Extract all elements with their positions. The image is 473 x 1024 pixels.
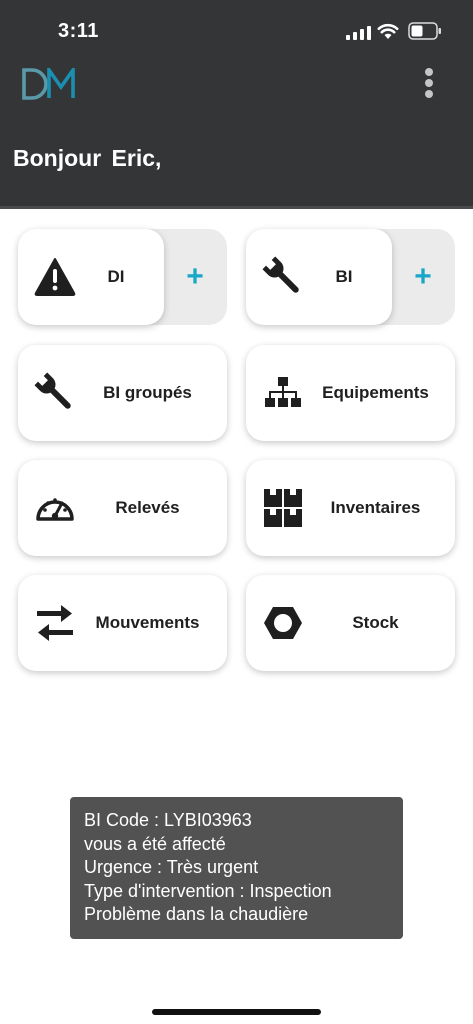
toast-line: Problème dans la chaudière [84, 904, 309, 924]
di-button[interactable]: DI [18, 229, 164, 325]
header-divider [0, 206, 473, 209]
releves-label: Relevés [115, 498, 180, 517]
cellular-signal-icon [346, 26, 371, 40]
toast-line: Urgence : Très urgent [84, 857, 259, 877]
di-label: DI [107, 267, 125, 286]
releves-button[interactable]: Relevés [18, 460, 227, 556]
wrench-icon [34, 372, 71, 409]
wifi-icon [377, 23, 399, 39]
sitemap-icon [265, 377, 301, 407]
greeting-text: Bonjour Eric, [13, 145, 162, 171]
bi-groupes-label: BI groupés [103, 383, 192, 402]
status-bar: 3:11 [0, 0, 473, 60]
inventaires-label: Inventaires [330, 498, 421, 517]
toast-line: vous a été affecté [84, 833, 226, 854]
exchange-arrows-icon [37, 605, 73, 641]
toast-line: BI Code : LYBI03963 [84, 810, 252, 830]
stock-button[interactable]: Stock [246, 575, 455, 671]
dm-logo [22, 68, 75, 100]
inventaires-button[interactable]: Inventaires [246, 460, 455, 556]
bi-groupes-button[interactable]: BI groupés [18, 345, 227, 441]
home-indicator[interactable] [152, 1009, 321, 1015]
equipements-button[interactable]: Equipements [246, 345, 455, 441]
gauge-icon [36, 498, 74, 521]
add-di-button[interactable]: + [163, 229, 227, 325]
stock-label: Stock [352, 613, 399, 632]
add-bi-button[interactable]: + [391, 229, 455, 325]
assignment-toast: BI Code : LYBI03963 vous a été affecté U… [70, 797, 403, 939]
boxes-icon [264, 489, 302, 527]
mouvements-label: Mouvements [95, 613, 200, 632]
more-options-menu-icon[interactable] [418, 68, 440, 102]
equipements-label: Equipements [322, 383, 429, 402]
di-tile-group: DI + [18, 229, 227, 325]
bi-label: BI [335, 267, 353, 286]
bi-button[interactable]: BI [246, 229, 392, 325]
bi-tile-group: BI + [246, 229, 455, 325]
wrench-icon [262, 256, 299, 293]
battery-icon [408, 22, 441, 40]
mouvements-button[interactable]: Mouvements [18, 575, 227, 671]
warning-icon [34, 258, 76, 296]
status-time: 3:11 [58, 20, 99, 42]
hex-nut-icon [264, 607, 302, 639]
toast-line: Type d'intervention : Inspection [84, 880, 332, 901]
